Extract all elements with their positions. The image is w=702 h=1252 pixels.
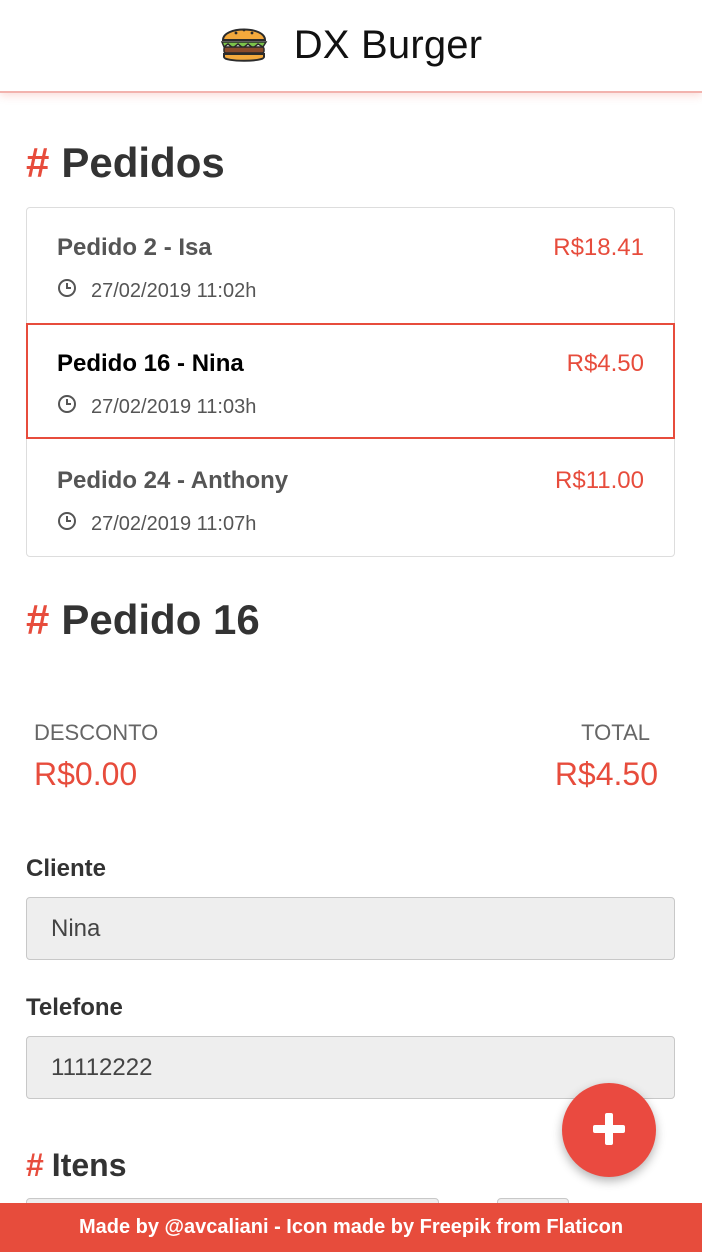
phone-input[interactable] [26, 1036, 675, 1099]
footer: Made by @avcaliani - Icon made by Freepi… [0, 1203, 702, 1252]
orders-section-title: # Pedidos [26, 139, 225, 187]
items-section-title: # Itens [26, 1147, 126, 1184]
clock-icon [57, 278, 77, 304]
total-value: R$4.50 [554, 756, 658, 792]
order-time: 27/02/2019 11:07h [57, 511, 256, 537]
discount-label: DESCONTO [34, 720, 159, 745]
hash-mark: # [26, 596, 50, 643]
add-item-button[interactable] [562, 1083, 656, 1177]
hash-mark: # [26, 1147, 44, 1183]
phone-label: Telefone [26, 994, 123, 1021]
discount-value: R$0.00 [34, 756, 138, 792]
order-name: Pedido 24 - Anthony [57, 467, 289, 494]
order-name: Pedido 2 - Isa [57, 234, 212, 261]
app-title: DX Burger [293, 23, 483, 67]
orders-title-text: Pedidos [61, 139, 225, 186]
total-label: TOTAL [581, 720, 650, 745]
order-detail-title: # Pedido 16 [26, 596, 260, 644]
order-time: 27/02/2019 11:03h [57, 394, 256, 420]
client-label: Cliente [26, 855, 107, 882]
orders-list: Pedido 2 - Isa R$18.41 27/02/2019 11:02h… [26, 207, 675, 557]
clock-icon [57, 511, 77, 537]
order-time-text: 27/02/2019 11:07h [91, 512, 257, 535]
order-item-16[interactable]: Pedido 16 - Nina R$4.50 27/02/2019 11:03… [26, 323, 675, 439]
order-time-text: 27/02/2019 11:03h [91, 395, 257, 418]
order-item-24[interactable]: Pedido 24 - Anthony R$11.00 27/02/2019 1… [27, 441, 674, 557]
order-time: 27/02/2019 11:02h [57, 278, 256, 304]
brand[interactable]: DX Burger [220, 21, 483, 70]
order-name: Pedido 16 - Nina [57, 350, 244, 377]
order-price: R$4.50 [566, 350, 644, 377]
clock-icon [57, 394, 77, 420]
app-page: DX Burger # Pedidos Pedido 2 - Isa R$18.4… [0, 0, 702, 1252]
order-detail-title-text: Pedido 16 [61, 596, 260, 643]
items-title-text: Itens [51, 1147, 127, 1183]
burger-icon [220, 21, 268, 70]
footer-credits: Made by @avcaliani - Icon made by Freepi… [78, 1216, 624, 1238]
client-input[interactable] [26, 897, 675, 960]
hash-mark: # [26, 139, 50, 186]
order-price: R$11.00 [555, 467, 644, 494]
app-header: DX Burger [0, 0, 702, 93]
order-price: R$18.41 [553, 234, 644, 261]
order-time-text: 27/02/2019 11:02h [91, 279, 257, 302]
order-item-2[interactable]: Pedido 2 - Isa R$18.41 27/02/2019 11:02h [27, 208, 674, 324]
plus-icon [590, 1110, 628, 1151]
